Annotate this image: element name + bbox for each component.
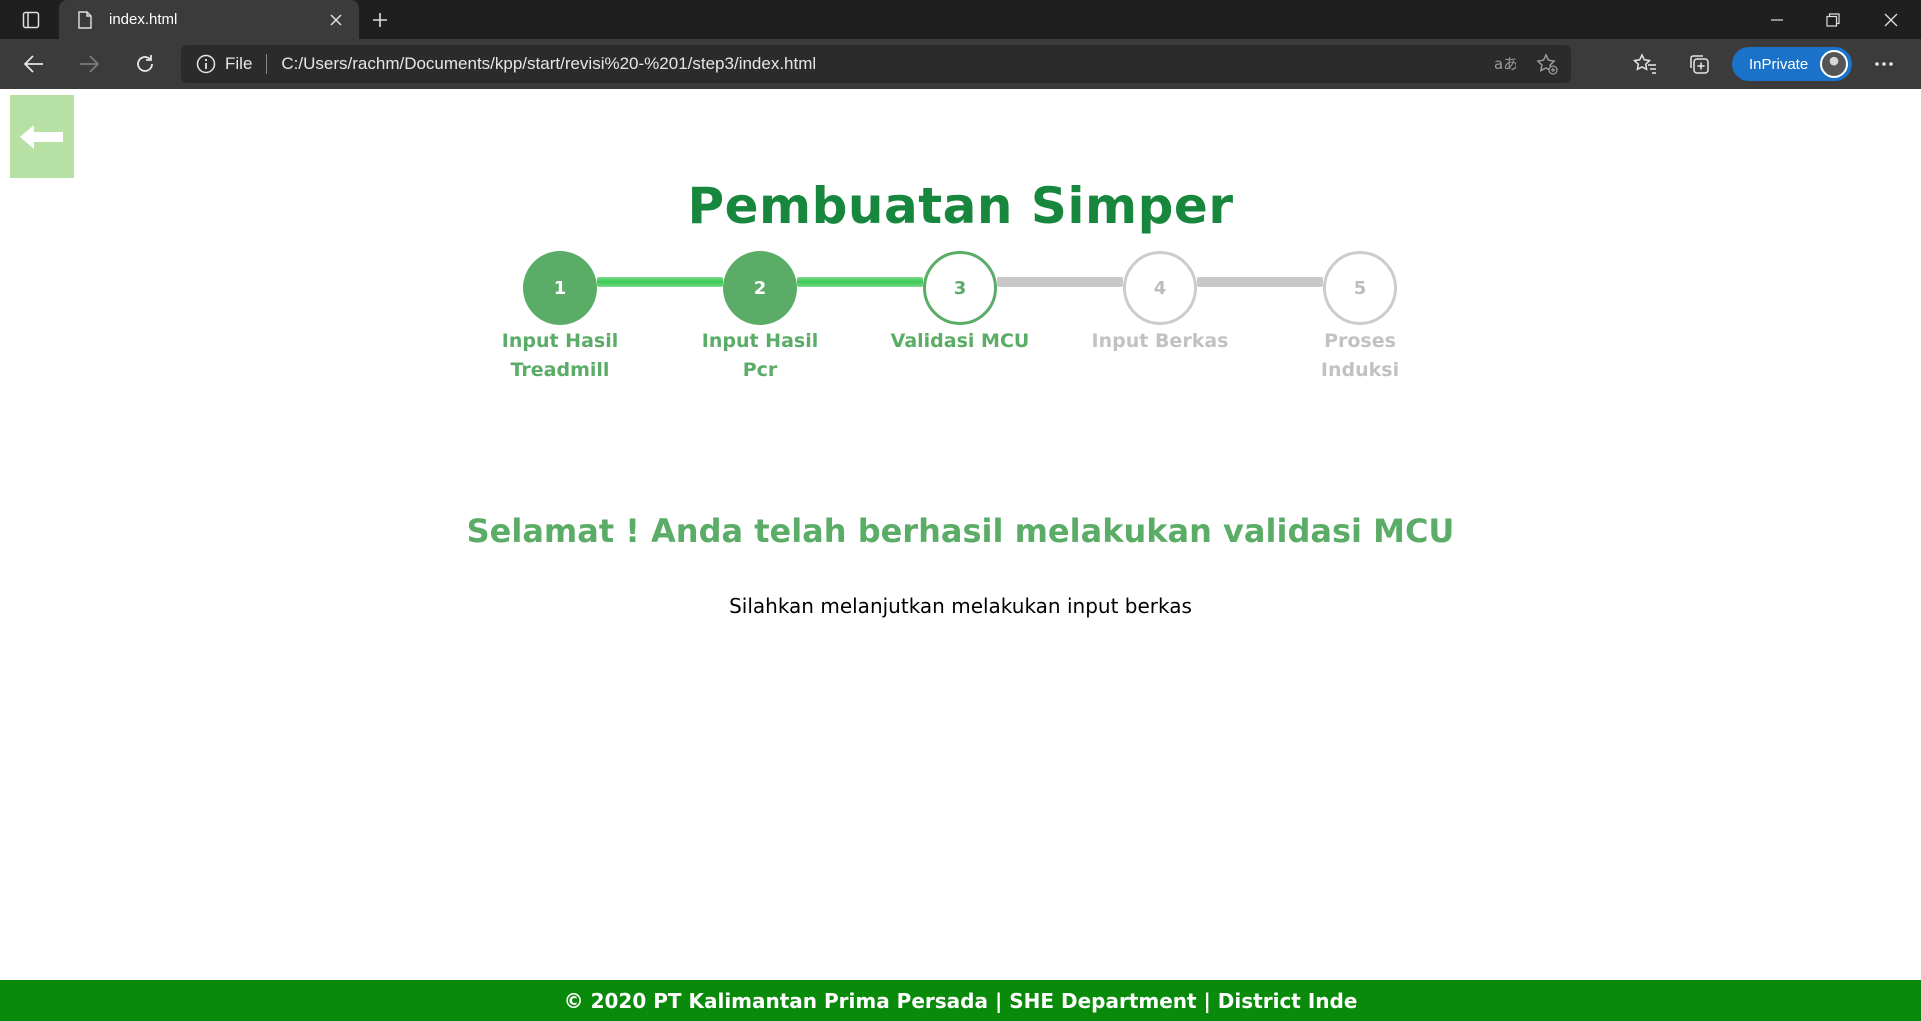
svg-text:aあ: aあ [1494, 55, 1516, 73]
step-number: 1 [523, 251, 597, 325]
step-label: Validasi MCU [890, 330, 1030, 352]
more-icon [1875, 62, 1893, 66]
back-page-button[interactable] [10, 95, 74, 178]
left-arrow-icon [20, 124, 63, 149]
page-content: Pembuatan Simper 1 Input Hasil Treadmill… [0, 89, 1921, 1021]
step-label: Proses Induksi [1320, 330, 1400, 381]
back-arrow-icon [24, 55, 43, 73]
footer-text: © 2020 PT Kalimantan Prima Persada | SHE… [563, 988, 1358, 1013]
browser-toolbar: File C:/Users/rachm/Documents/kpp/start/… [0, 39, 1921, 89]
page-footer: © 2020 PT Kalimantan Prima Persada | SHE… [0, 980, 1921, 1021]
info-icon[interactable] [195, 53, 217, 75]
browser-tab[interactable]: index.html [59, 0, 359, 39]
new-tab-button[interactable] [366, 6, 394, 34]
tab-actions-icon[interactable] [12, 8, 50, 32]
step-3: 3 Validasi MCU [870, 251, 1050, 356]
step-5: 5 Proses Induksi [1270, 251, 1450, 385]
restore-icon [1826, 12, 1840, 27]
more-button[interactable] [1864, 47, 1904, 81]
minimize-icon [1771, 18, 1783, 21]
restore-button[interactable] [1805, 0, 1861, 39]
close-window-button[interactable] [1863, 0, 1919, 39]
forward-arrow-icon [80, 55, 99, 73]
document-icon [75, 10, 95, 30]
collections-button[interactable] [1679, 47, 1719, 81]
refresh-icon [137, 55, 153, 72]
step-label: Input Berkas [1091, 330, 1229, 352]
step-label: Input Hasil Pcr [701, 330, 819, 381]
step-number: 4 [1123, 251, 1197, 325]
close-icon [1884, 13, 1898, 26]
plus-icon [373, 13, 387, 27]
step-4: 4 Input Berkas [1070, 251, 1250, 356]
step-2: 2 Input Hasil Pcr [670, 251, 850, 385]
address-bar[interactable]: File C:/Users/rachm/Documents/kpp/start/… [181, 45, 1571, 83]
inprivate-label: InPrivate [1749, 55, 1809, 73]
step-number: 5 [1323, 251, 1397, 325]
address-scheme: File [225, 54, 253, 73]
add-favorite-icon[interactable] [1529, 47, 1565, 81]
step-number: 3 [923, 251, 997, 325]
success-message: Selamat ! Anda telah berhasil melakukan … [466, 512, 1455, 550]
close-icon[interactable] [325, 9, 347, 31]
progress-stepper: 1 Input Hasil Treadmill 2 Input Hasil Pc… [0, 251, 1921, 391]
avatar [1820, 50, 1848, 78]
step-1: 1 Input Hasil Treadmill [470, 251, 650, 385]
address-separator [266, 54, 268, 74]
collections-icon [1690, 55, 1709, 74]
step-number: 2 [723, 251, 797, 325]
instruction-text: Silahkan melanjutkan melakukan input ber… [729, 594, 1192, 618]
minimize-button[interactable] [1749, 0, 1805, 39]
browser-titlebar: index.html [0, 0, 1921, 39]
tab-title: index.html [109, 11, 178, 28]
read-aloud-icon[interactable]: aあ [1487, 47, 1523, 81]
back-button[interactable] [16, 47, 52, 81]
step-label: Input Hasil Treadmill [501, 330, 619, 381]
address-url[interactable]: C:/Users/rachm/Documents/kpp/start/revis… [281, 54, 1487, 74]
refresh-button[interactable] [127, 47, 163, 81]
favorites-icon [1633, 53, 1656, 74]
page-title: Pembuatan Simper [687, 177, 1234, 235]
favorites-button[interactable] [1625, 47, 1665, 81]
forward-button[interactable] [71, 47, 107, 81]
inprivate-button[interactable]: InPrivate [1732, 47, 1852, 81]
